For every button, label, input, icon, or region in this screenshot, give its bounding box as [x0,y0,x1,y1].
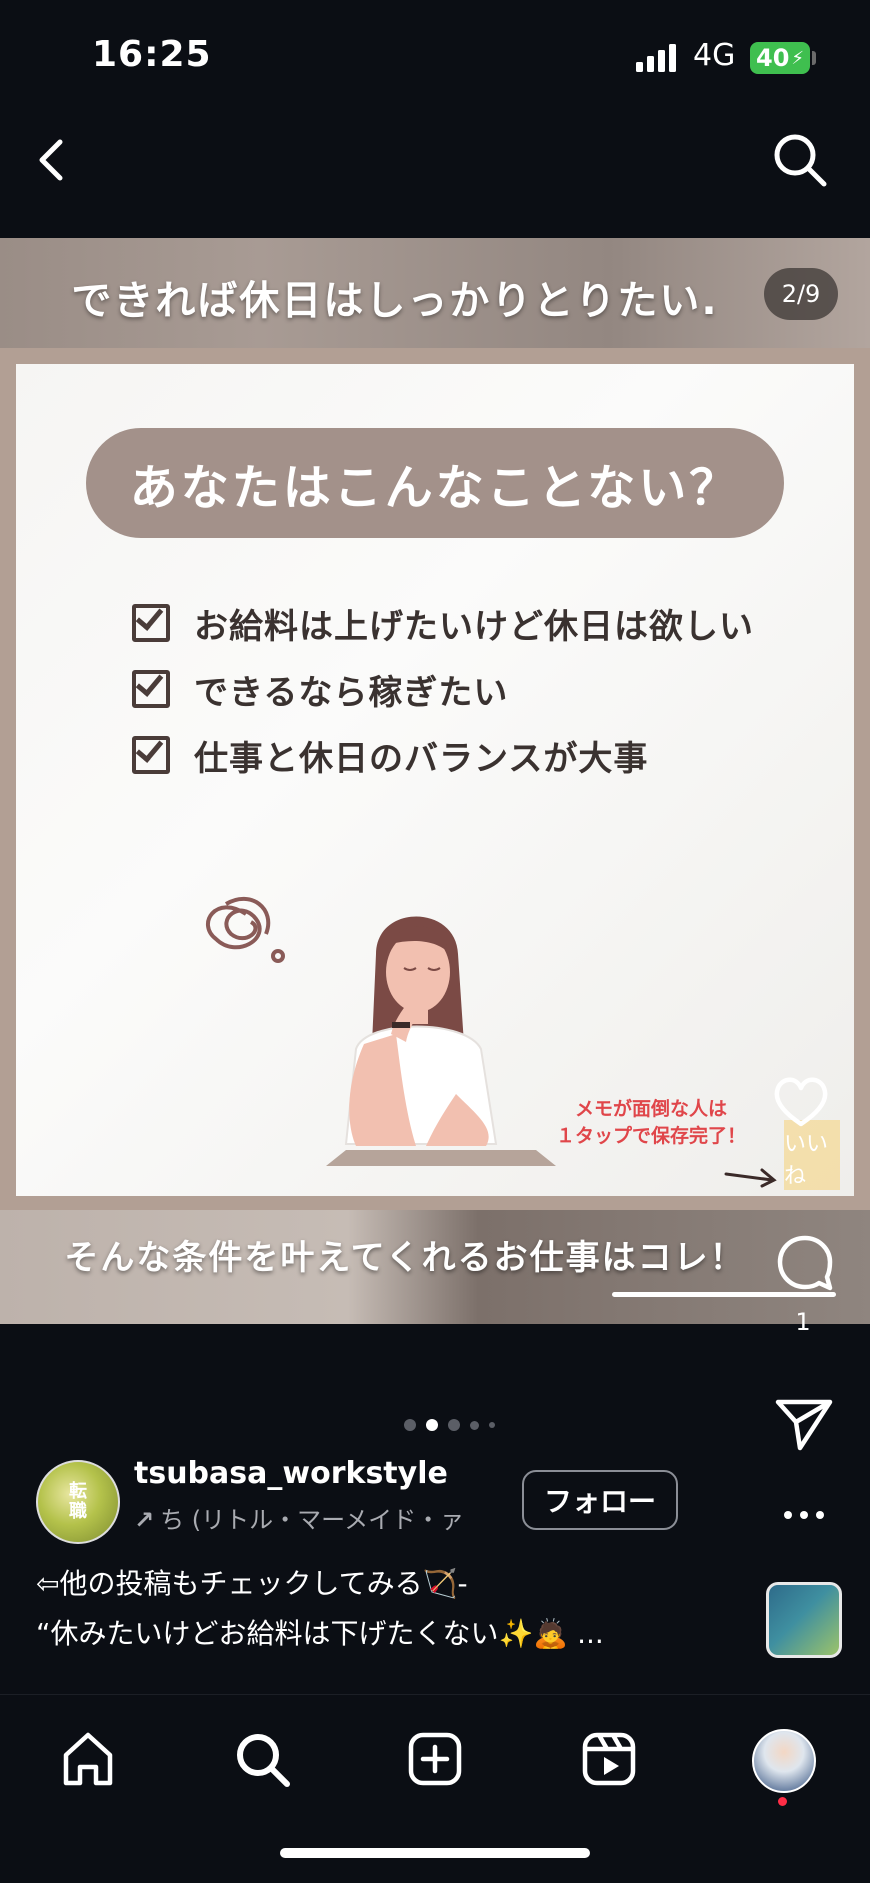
slide-card: あなたはこんなことない？ お給料は上げたいけど休日は欲しい できるなら稼ぎたい … [16,364,854,1196]
share-button[interactable] [774,1396,834,1452]
music-attribution[interactable]: ↗ ち (リトル・マーメイド・ァ [134,1500,494,1535]
comment-count: 1 [795,1308,811,1336]
more-options-button[interactable] [774,1500,834,1530]
tab-explore[interactable] [232,1729,292,1789]
music-title: ち (リトル・マーメイド・ァ [160,1506,465,1534]
battery-indicator: 40 ⚡ [750,42,810,74]
save-note: メモが面倒な人は １タップで保存完了！ [536,1096,766,1150]
save-note-line: １タップで保存完了！ [555,1125,746,1147]
audio-thumbnail[interactable] [766,1582,842,1658]
checklist-item: お給料は上げたいけど休日は欲しい [132,598,754,648]
checklist-text: 仕事と休日のバランスが大事 [194,738,649,779]
home-icon [63,1732,113,1786]
tab-home[interactable] [58,1729,118,1789]
author-username[interactable]: tsubasa_workstyle [134,1456,448,1491]
chevron-left-icon [39,139,63,181]
caption-underline [612,1292,836,1297]
checkbox-icon [132,604,170,642]
follow-button[interactable]: フォロー [522,1470,678,1530]
carousel-dot [489,1422,495,1428]
avatar-text: 職 [69,1501,87,1522]
back-button[interactable] [30,130,80,190]
network-type: 4G [693,38,736,73]
video-caption-bottom: そんな条件を叶えてくれるお仕事はコレ！ [64,1238,746,1278]
page-counter: 2/9 [764,268,838,320]
search-icon [774,134,827,187]
tab-reels[interactable] [579,1729,639,1789]
tab-profile[interactable] [752,1729,816,1793]
checklist-item: できるなら稼ぎたい [132,664,508,714]
thought-bubble-icon [206,896,285,963]
heart-icon [774,1077,828,1127]
plus-square-icon [408,1732,462,1786]
like-overlay-label: いいね [784,1120,840,1190]
slide-headline: あなたはこんなことない？ [86,428,784,538]
battery-level: 40 [756,44,790,72]
carousel-dot-active [426,1419,438,1431]
cellular-signal-icon [636,44,676,72]
send-icon [775,1399,833,1451]
notification-dot [778,1797,787,1806]
more-icon [784,1511,824,1519]
arrow-up-right-icon: ↗ [134,1506,155,1534]
caption-text[interactable]: “休みたいけどお給料は下げたくない✨🙇 ... [36,1612,604,1652]
author-avatar[interactable]: 転 職 [36,1460,120,1544]
battery-tip [812,51,816,65]
avatar-text: 転 [69,1481,87,1502]
charging-icon: ⚡ [791,47,805,69]
like-button[interactable] [770,1074,832,1130]
search-button[interactable] [770,130,830,190]
comment-button[interactable] [774,1232,836,1294]
status-time: 16:25 [92,34,212,75]
video-caption-top: できれば休日はしっかりとりたい. [71,278,719,324]
save-note-line: メモが面倒な人は [574,1098,727,1120]
tab-create[interactable] [405,1729,465,1789]
caption-text[interactable]: ⇦他の投稿もチェックしてみる🏹- [36,1562,468,1602]
checklist-text: お給料は上げたいけど休日は欲しい [194,606,754,647]
carousel-dot [404,1419,416,1431]
home-indicator [280,1848,590,1858]
carousel-indicator [404,1416,514,1434]
checklist-item: 仕事と休日のバランスが大事 [132,730,648,780]
checkbox-icon [132,670,170,708]
comment-icon [777,1235,833,1291]
reels-icon [582,1732,636,1786]
post-image[interactable]: できれば休日はしっかりとりたい. 2/9 あなたはこんなことない？ お給料は上げ… [0,238,870,1324]
carousel-dot [470,1420,479,1430]
search-icon [237,1734,290,1787]
arrow-right-icon [724,1168,777,1188]
checklist-text: できるなら稼ぎたい [194,672,509,713]
carousel-dot [448,1419,460,1431]
checkbox-icon [132,736,170,774]
